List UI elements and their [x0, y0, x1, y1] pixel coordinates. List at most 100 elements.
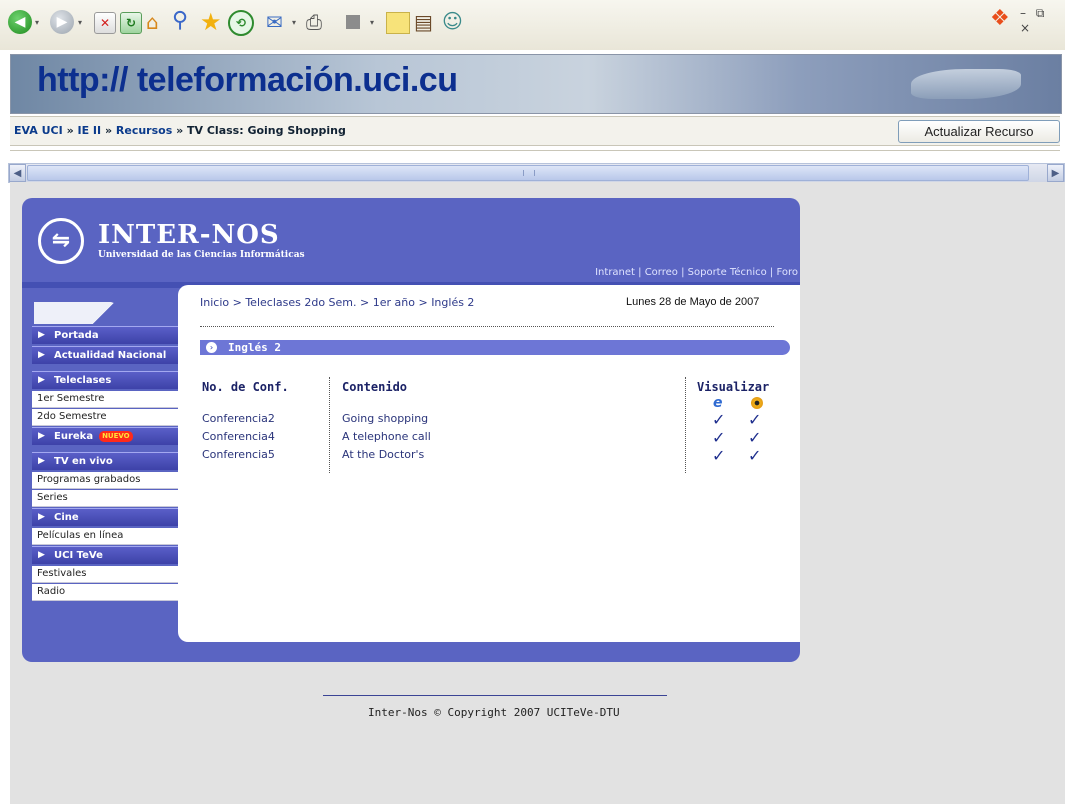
header-link-foro[interactable]: Foro	[776, 267, 798, 278]
sidebar-item-teleclases[interactable]: ▶ Teleclases	[32, 371, 178, 389]
update-resource-button[interactable]: Actualizar Recurso	[898, 120, 1060, 143]
header-link-intranet[interactable]: Intranet	[595, 267, 635, 278]
triangle-right-icon: ▶	[38, 550, 45, 560]
sidebar-subitem-1er-semestre[interactable]: 1er Semestre	[32, 391, 178, 408]
breadcrumb-separator: »	[101, 124, 116, 137]
internos-panel: ⇋ INTER-NOS Universidad de las Ciencias …	[22, 198, 800, 719]
home-icon[interactable]: ⌂	[146, 10, 159, 34]
sidebar-item-label: Portada	[54, 330, 99, 341]
back-dropdown-icon[interactable]: ▾	[35, 18, 39, 27]
forward-icon[interactable]: ▶	[50, 10, 74, 34]
sidebar-subitem-programas-grabados[interactable]: Programas grabados	[32, 472, 178, 489]
sidebar-item-label: TV en vivo	[54, 456, 113, 467]
sidebar-item-label: UCI TeVe	[54, 550, 103, 561]
crumb-link[interactable]: Inicio	[200, 296, 229, 309]
scrollbar-thumb[interactable]	[27, 165, 1029, 181]
mail-dropdown-icon[interactable]: ▾	[292, 18, 296, 27]
header-link-soporte-t-cnico[interactable]: Soporte Técnico	[688, 267, 767, 278]
sidebar-decoration	[34, 302, 174, 324]
sidebar-menu: ▶ Portada ▶ Actualidad Nacional ▶ Teleclases 1…	[32, 326, 178, 602]
main-content: Inicio > Teleclases 2do Sem. > 1er año >…	[178, 285, 800, 719]
ie-icon: e	[713, 395, 723, 411]
sidebar-subitem-series[interactable]: Series	[32, 490, 178, 507]
research-icon[interactable]: ▤	[414, 10, 433, 34]
section-header: › Inglés 2	[200, 340, 790, 355]
check-icon[interactable]: ✓	[712, 448, 725, 464]
column-divider	[685, 377, 686, 473]
sidebar-item-label: Eureka	[54, 431, 94, 442]
scroll-left-button[interactable]: ◀	[9, 164, 26, 182]
content-title: At the Doctor's	[342, 448, 425, 461]
horizontal-scrollbar[interactable]: ◀ ▶	[8, 163, 1065, 183]
sidebar-item-label: Teleclases	[54, 375, 112, 386]
crumb-link[interactable]: Teleclases 2do Sem.	[245, 296, 356, 309]
sidebar-item-actualidad-nacional[interactable]: ▶ Actualidad Nacional	[32, 346, 178, 364]
sidebar-subitem-2do-semestre[interactable]: 2do Semestre	[32, 409, 178, 426]
print-icon[interactable]: ⎙	[306, 10, 322, 34]
crumb-separator: >	[356, 296, 373, 309]
header-link-correo[interactable]: Correo	[645, 267, 678, 278]
content-breadcrumb: Inicio > Teleclases 2do Sem. > 1er año >…	[200, 296, 474, 309]
check-icon[interactable]: ✓	[712, 430, 725, 446]
back-icon[interactable]: ◀	[8, 10, 32, 34]
triangle-right-icon: ▶	[38, 456, 45, 466]
refresh-icon[interactable]: ↻	[120, 12, 142, 34]
edit-icon[interactable]	[346, 15, 360, 29]
crumb-separator: >	[229, 296, 246, 309]
sidebar-item-uci-teve[interactable]: ▶ UCI TeVe	[32, 546, 178, 564]
banner-url-text: http:// teleformación.uci.cu	[37, 61, 458, 99]
media-player-icon	[751, 397, 763, 409]
divider	[10, 150, 1060, 151]
sidebar-item-cine[interactable]: ▶ Cine	[32, 508, 178, 526]
dotted-divider	[200, 326, 774, 327]
content-title: A telephone call	[342, 430, 431, 443]
crumb-link[interactable]: 1er año	[373, 296, 415, 309]
triangle-right-icon: ▶	[38, 375, 45, 385]
sidebar-subitem-radio[interactable]: Radio	[32, 584, 178, 601]
triangle-right-icon: ▶	[38, 431, 45, 441]
history-icon[interactable]: ⟲	[228, 10, 254, 36]
sidebar-item-portada[interactable]: ▶ Portada	[32, 326, 178, 344]
search-icon[interactable]: ⚲	[172, 8, 188, 33]
conference-link[interactable]: Conferencia2	[202, 412, 275, 425]
stop-icon[interactable]: ✕	[94, 12, 116, 34]
site-subtitle: Universidad de las Ciencias Informáticas	[98, 250, 305, 260]
triangle-right-icon: ▶	[38, 330, 45, 340]
arrow-circle-icon: ›	[206, 342, 217, 353]
check-icon[interactable]: ✓	[712, 412, 725, 428]
footer-copyright: Inter-Nos © Copyright 2007 UCITeVe-DTU	[368, 706, 620, 719]
sidebar-item-eureka[interactable]: ▶ Eureka NUEVO	[32, 427, 178, 445]
mail-icon[interactable]: ✉	[266, 10, 283, 34]
column-header-conf: No. de Conf.	[202, 380, 289, 394]
footer-divider	[323, 695, 667, 696]
resource-navbar: EVA UCI » IE II » Recursos » TV Class: G…	[10, 116, 1060, 146]
breadcrumb: EVA UCI » IE II » Recursos » TV Class: G…	[14, 124, 346, 137]
breadcrumb-link[interactable]: Recursos	[116, 124, 172, 137]
forward-dropdown-icon[interactable]: ▾	[78, 18, 82, 27]
conference-link[interactable]: Conferencia5	[202, 448, 275, 461]
sidebar-item-label: Cine	[54, 512, 79, 523]
site-title: INTER-NOS	[98, 220, 280, 250]
check-icon[interactable]: ✓	[748, 412, 761, 428]
breadcrumb-link[interactable]: IE II	[78, 124, 102, 137]
sidebar-subitem-festivales[interactable]: Festivales	[32, 566, 178, 583]
internos-logo-icon: ⇋	[38, 218, 84, 264]
favorites-icon[interactable]: ★	[200, 8, 222, 36]
messenger-icon[interactable]: ☺	[442, 9, 463, 33]
content-title: Going shopping	[342, 412, 429, 425]
window-controls[interactable]: – ⧉ ×	[1020, 6, 1065, 35]
note-icon[interactable]	[386, 12, 410, 34]
check-icon[interactable]: ✓	[748, 430, 761, 446]
link-separator: |	[634, 267, 645, 278]
edit-dropdown-icon[interactable]: ▾	[370, 18, 374, 27]
crumb-separator: >	[414, 296, 432, 309]
breadcrumb-link[interactable]: EVA UCI	[14, 124, 63, 137]
sidebar-item-tv-en-vivo[interactable]: ▶ TV en vivo	[32, 452, 178, 470]
scroll-right-button[interactable]: ▶	[1047, 164, 1064, 182]
check-icon[interactable]: ✓	[748, 448, 761, 464]
crumb-link: Inglés 2	[431, 296, 475, 309]
conference-link[interactable]: Conferencia4	[202, 430, 275, 443]
breadcrumb-current: TV Class: Going Shopping	[187, 124, 346, 137]
windows-logo-icon: ❖	[990, 6, 1010, 31]
sidebar-subitem-peliculas-en-linea[interactable]: Películas en línea	[32, 528, 178, 545]
